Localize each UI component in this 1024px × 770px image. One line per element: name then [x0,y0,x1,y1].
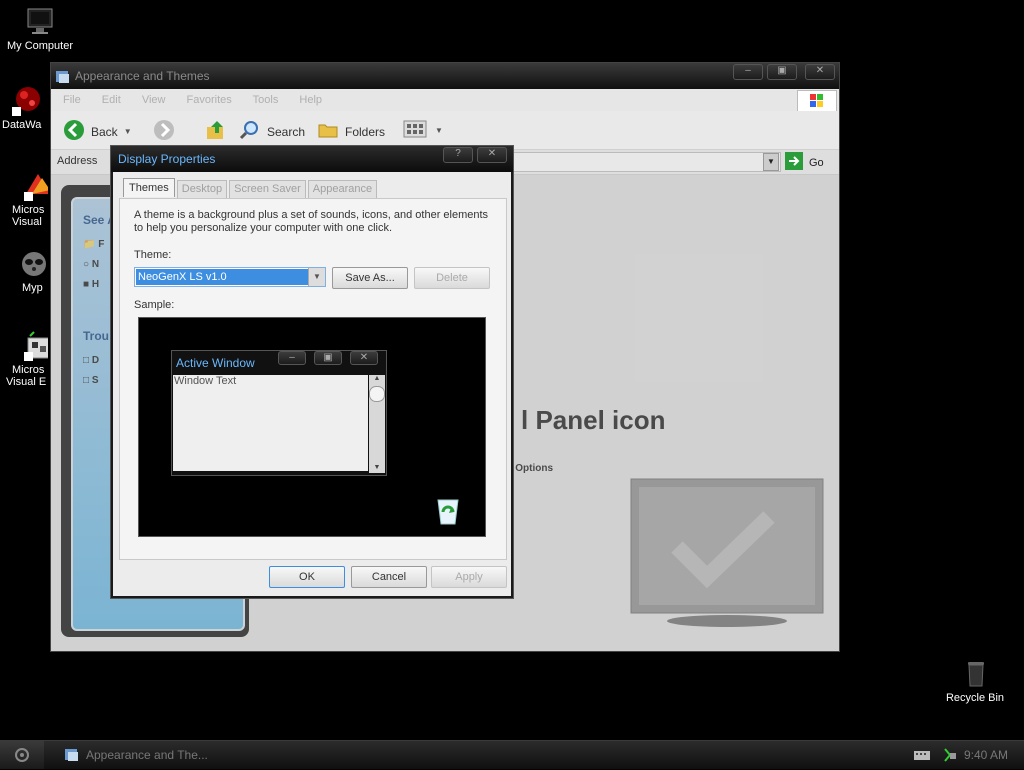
desktop-icon-label-line2: Visual E [6,376,47,388]
tab-screen-saver[interactable]: Screen Saver [229,180,306,199]
dialog-body: Themes Desktop Screen Saver Appearance A… [113,172,511,596]
menu-help[interactable]: Help [299,94,322,106]
desktop-icon-recycle-bin[interactable]: Recycle Bin [935,658,1015,704]
sample-minimize-icon: – [278,351,306,365]
address-dropdown-button[interactable]: ▼ [763,153,779,171]
views-button[interactable]: ▼ [403,119,443,142]
desktop-icon-label: Micros [12,204,45,216]
network-icon[interactable] [942,747,958,766]
forward-button[interactable] [153,119,175,144]
theme-select-value: NeoGenX LS v1.0 [136,269,308,285]
delete-button[interactable]: Delete [414,267,490,289]
dialog-titlebar[interactable]: Display Properties ? ✕ [111,146,513,172]
monitor-icon [24,6,56,38]
sample-preview: Active Window – ▣ ✕ Window Text ▲ ▼ [138,317,486,537]
themes-panel: A theme is a background plus a set of so… [119,198,507,560]
desktop-icon-myp[interactable]: Myp [0,248,48,294]
dialog-close-button[interactable]: ✕ [477,147,507,163]
recycle-bin-icon [959,658,991,690]
datawa-icon [10,85,42,117]
chevron-down-icon: ▼ [123,127,132,136]
desktop-icon-label: Recycle Bin [945,692,1005,704]
go-label: Go [809,156,824,169]
menu-file[interactable]: File [63,94,81,106]
clock: 9:40 AM [964,748,1009,762]
sample-label: Sample: [134,299,175,311]
go-arrow-icon [785,152,803,173]
sample-window-title: Active Window – ▣ ✕ [172,351,386,375]
taskbar-task-label: Appearance and The... [86,748,208,762]
back-button[interactable]: Back ▼ [63,119,132,144]
taskbar-task-appearance[interactable]: Appearance and The... [60,744,236,766]
address-label: Address [57,155,98,167]
folder-icon [317,119,339,144]
search-button[interactable]: Search [239,119,305,144]
sample-scrollbar: ▲ ▼ [369,375,385,473]
apply-button[interactable]: Apply [431,566,507,588]
recycle-bin-icon [433,494,463,529]
views-icon [403,119,429,142]
theme-select[interactable]: NeoGenX LS v1.0 ▼ [134,267,326,287]
control-panel-icon [55,68,71,94]
save-as-button[interactable]: Save As... [332,267,408,289]
menu-tools[interactable]: Tools [253,94,279,106]
desktop-icon-visual-studio[interactable]: Micros Visual [0,170,48,228]
folders-button[interactable]: Folders [317,119,385,144]
start-button[interactable] [0,741,44,769]
visual-basic-icon [22,330,48,362]
desktop-icon-datawa[interactable]: DataWa [0,85,48,131]
raccoon-icon [18,248,48,280]
dialog-title: Display Properties [118,152,216,166]
sample-active-window: Active Window – ▣ ✕ Window Text ▲ ▼ [171,350,387,476]
up-folder-icon [205,119,227,144]
maximize-button[interactable]: ▣ [767,64,797,80]
tab-appearance[interactable]: Appearance [307,180,378,199]
tab-desktop[interactable]: Desktop [176,180,228,199]
desktop-icon-label: Myp [22,282,43,294]
cancel-button[interactable]: Cancel [351,566,427,588]
help-button[interactable]: ? [443,147,473,163]
close-button[interactable]: ✕ [805,64,835,80]
search-label: Search [267,124,306,139]
chevron-down-icon[interactable]: ▼ [308,268,325,286]
explorer-title: Appearance and Themes [75,69,210,83]
folders-label: Folders [345,124,386,139]
desktop-icon-my-computer[interactable]: My Computer [0,6,80,52]
sample-window-text: Window Text [173,375,368,471]
chevron-down-icon: ▼ [435,126,443,135]
menu-edit[interactable]: Edit [102,94,121,106]
forward-arrow-icon [153,119,175,144]
tab-themes[interactable]: Themes [123,178,175,197]
sample-maximize-icon: ▣ [314,351,342,365]
start-icon [14,747,30,766]
back-arrow-icon [63,119,85,144]
menu-view[interactable]: View [142,94,166,106]
back-label: Back [91,124,118,139]
desktop-icon-label: My Computer [6,40,74,52]
desktop-icon-label: DataWa [2,119,42,131]
visual-studio-icon [22,170,48,202]
up-folder-button[interactable] [205,119,227,144]
explorer-titlebar[interactable]: Appearance and Themes – ▣ ✕ [51,63,839,89]
menu-favorites[interactable]: Favorites [187,94,232,106]
windows-logo-icon [797,90,837,112]
control-panel-icon [64,747,80,770]
desktop-icon-label: Micros [12,364,45,376]
taskbar: Appearance and The... 9:40 AM [0,740,1024,769]
theme-description: A theme is a background plus a set of so… [134,209,489,234]
desktop-icon-label-line2: Visual [12,216,42,228]
menu-bar: File Edit View Favorites Tools Help [51,89,839,112]
address-input[interactable] [511,152,781,172]
desktop-icon-visual-basic[interactable]: Micros Visual E [0,330,48,388]
keyboard-icon[interactable] [914,749,930,764]
sample-close-icon: ✕ [350,351,378,365]
go-button[interactable]: Go [785,152,824,173]
display-properties-dialog[interactable]: Display Properties ? ✕ Themes Desktop Sc… [110,145,514,599]
minimize-button[interactable]: – [733,64,763,80]
theme-label: Theme: [134,249,172,261]
sample-window-title-text: Active Window [176,356,255,370]
tab-strip: Themes Desktop Screen Saver Appearance [123,178,378,199]
search-icon [239,119,261,144]
ok-button[interactable]: OK [269,566,345,588]
